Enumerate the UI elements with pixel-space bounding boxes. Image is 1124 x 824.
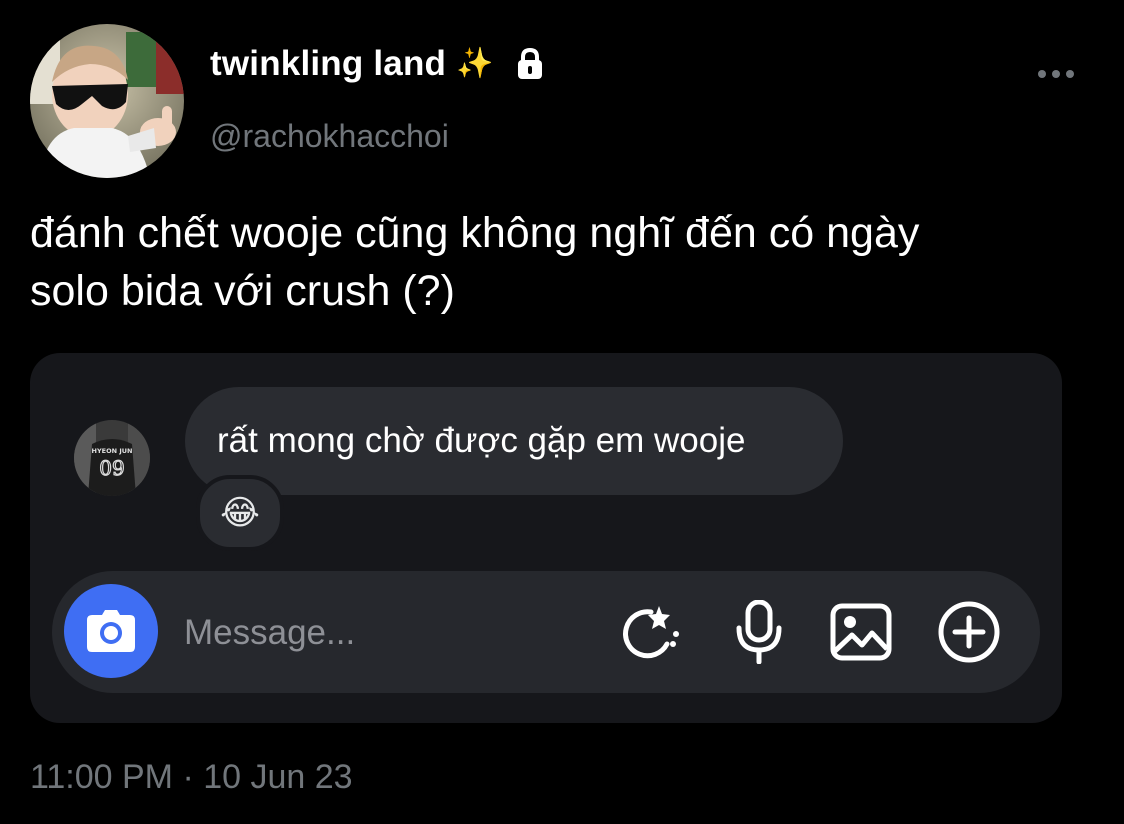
- more-horizontal-icon[interactable]: [1038, 60, 1084, 88]
- message-composer: [52, 571, 1040, 693]
- camera-icon: [87, 610, 135, 652]
- jersey-number: 09: [99, 456, 124, 480]
- tweet-text: đánh chết wooje cũng không nghĩ đến có n…: [30, 209, 920, 315]
- lock-icon: [512, 46, 548, 82]
- jersey-name: HYEON JUN: [92, 447, 133, 455]
- sticker-icon[interactable]: [620, 599, 686, 665]
- user-handle[interactable]: @rachokhacchoi: [210, 118, 449, 155]
- embedded-chat-screenshot[interactable]: HYEON JUN 09 rất mong chờ được gặp em wo…: [30, 353, 1062, 723]
- name-row: twinkling land ✨: [210, 44, 548, 84]
- gallery-icon[interactable]: [828, 599, 894, 665]
- display-name[interactable]: twinkling land: [210, 44, 446, 84]
- sparkles-emoji: ✨: [456, 47, 494, 80]
- message-input[interactable]: [182, 603, 586, 663]
- message-bubble[interactable]: rất mong chờ được gặp em wooje: [185, 387, 843, 495]
- camera-button[interactable]: [64, 584, 158, 678]
- sender-avatar: HYEON JUN 09: [74, 420, 150, 496]
- message-text: rất mong chờ được gặp em wooje: [217, 421, 746, 460]
- reaction-emoji[interactable]: 😂: [196, 475, 284, 551]
- microphone-icon[interactable]: [726, 599, 792, 665]
- add-circle-icon[interactable]: [936, 599, 1002, 665]
- tweet-timestamp[interactable]: 11:00 PM · 10 Jun 23: [30, 758, 353, 797]
- tweet: twinkling land ✨ @rachokhacchoi đánh chế…: [0, 0, 1124, 824]
- profile-avatar[interactable]: [30, 24, 184, 178]
